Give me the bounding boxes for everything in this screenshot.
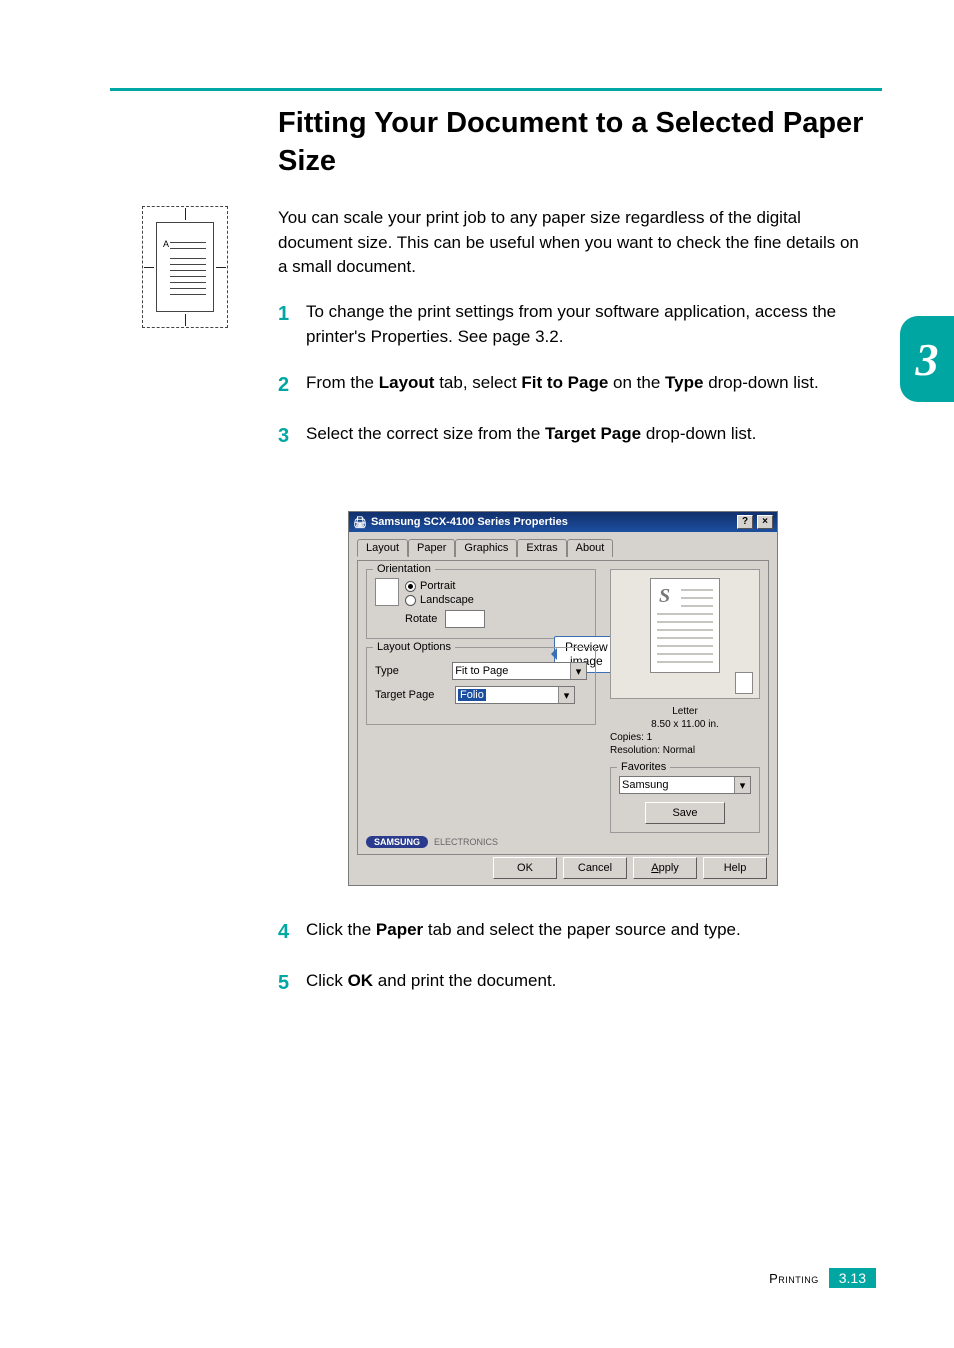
rotate-input[interactable] (445, 610, 485, 628)
preview-copies: Copies: 1 (610, 731, 760, 744)
t: tab, select (434, 373, 521, 392)
preview-size-dim: 8.50 x 11.00 in. (610, 718, 760, 731)
step-number: 2 (278, 371, 306, 400)
step-1: 1 To change the print settings from your… (278, 300, 868, 349)
preview-page-icon: S (650, 578, 720, 673)
page-heading: Fitting Your Document to a Selected Pape… (278, 105, 868, 180)
type-label: Type (375, 665, 444, 677)
t: drop-down list. (641, 424, 756, 443)
b: Type (665, 373, 703, 392)
steps-upper: 1 To change the print settings from your… (278, 300, 868, 473)
orientation-legend: Orientation (373, 563, 435, 575)
tab-strip: Layout Paper Graphics Extras About (357, 538, 769, 556)
footer-section-label: Printing (769, 1271, 819, 1286)
diagram-letter: A (163, 239, 169, 249)
preview-s-letter: S (659, 585, 670, 608)
step-body: Select the correct size from the Target … (306, 422, 868, 451)
tab-about[interactable]: About (567, 539, 614, 557)
samsung-logo: SAMSUNG (366, 836, 428, 848)
apply-accel: A (651, 862, 658, 874)
t: Click the (306, 920, 376, 939)
chevron-down-icon: ▾ (558, 687, 574, 703)
chevron-down-icon: ▾ (570, 663, 586, 679)
preview-resolution: Resolution: Normal (610, 744, 760, 757)
close-button[interactable]: × (757, 515, 773, 529)
help-button[interactable]: Help (703, 857, 767, 879)
target-page-dropdown[interactable]: Folio ▾ (455, 686, 575, 704)
radio-landscape-label: Landscape (420, 594, 474, 606)
t: Click (306, 971, 348, 990)
type-value: Fit to Page (455, 665, 508, 677)
orientation-thumb-icon (375, 578, 399, 606)
target-page-label: Target Page (375, 689, 447, 701)
b: Fit to Page (521, 373, 608, 392)
save-button[interactable]: Save (645, 802, 725, 824)
preview-info: Letter 8.50 x 11.00 in. Copies: 1 Resolu… (610, 705, 760, 757)
printer-icon: 🖨 (353, 516, 367, 529)
dialog-title-text: Samsung SCX-4100 Series Properties (371, 516, 568, 528)
footer-page-number: 3.13 (829, 1268, 876, 1288)
step-5: 5 Click OK and print the document. (278, 969, 868, 998)
layout-options-legend: Layout Options (373, 641, 455, 653)
chapter-side-tab: 3 (900, 316, 954, 402)
step-2: 2 From the Layout tab, select Fit to Pag… (278, 371, 868, 400)
favorites-dropdown[interactable]: Samsung ▾ (619, 776, 751, 794)
t: on the (608, 373, 665, 392)
tab-layout[interactable]: Layout (357, 539, 408, 557)
t: Select the correct size from the (306, 424, 545, 443)
help-button[interactable]: ? (737, 515, 753, 529)
samsung-sub: ELECTRONICS (434, 837, 498, 847)
vendor-logo: SAMSUNG ELECTRONICS (366, 836, 498, 848)
b: OK (348, 971, 374, 990)
step-body: Click OK and print the document. (306, 969, 868, 998)
step-number: 3 (278, 422, 306, 451)
orientation-group: Orientation Portrait Landscape R (366, 569, 596, 639)
cancel-button[interactable]: Cancel (563, 857, 627, 879)
tab-graphics[interactable]: Graphics (455, 539, 517, 557)
b: Target Page (545, 424, 641, 443)
tab-extras[interactable]: Extras (517, 539, 566, 557)
type-dropdown[interactable]: Fit to Page ▾ (452, 662, 587, 680)
top-rule (110, 88, 882, 91)
radio-portrait[interactable] (405, 581, 416, 592)
printer-properties-dialog: 🖨 Samsung SCX-4100 Series Properties ? ×… (348, 511, 778, 886)
chevron-down-icon: ▾ (734, 777, 750, 793)
rotate-label: Rotate (405, 613, 437, 625)
step-3: 3 Select the correct size from the Targe… (278, 422, 868, 451)
intro-paragraph: You can scale your print job to any pape… (278, 206, 868, 280)
t: drop-down list. (703, 373, 818, 392)
target-page-value: Folio (458, 689, 486, 701)
favorites-value: Samsung (622, 779, 668, 791)
step-body: To change the print settings from your s… (306, 300, 868, 349)
page-footer: Printing 3.13 (769, 1268, 876, 1288)
b: Paper (376, 920, 423, 939)
preview-panel: S Letter 8 (610, 569, 760, 847)
fit-page-diagram: A (142, 206, 228, 328)
step-number: 1 (278, 300, 306, 349)
dialog-button-row: OK Cancel Apply Help (349, 857, 777, 879)
t: tab and select the paper source and type… (423, 920, 741, 939)
tab-paper[interactable]: Paper (408, 539, 455, 557)
step-4: 4 Click the Paper tab and select the pap… (278, 918, 868, 947)
ok-button[interactable]: OK (493, 857, 557, 879)
b: Layout (379, 373, 435, 392)
step-number: 5 (278, 969, 306, 998)
preview-corner-icon (735, 672, 753, 694)
t: From the (306, 373, 379, 392)
preview-box: S (610, 569, 760, 699)
t: and print the document. (373, 971, 556, 990)
radio-portrait-label: Portrait (420, 580, 455, 592)
apply-button[interactable]: Apply (633, 857, 697, 879)
step-body: From the Layout tab, select Fit to Page … (306, 371, 868, 400)
favorites-legend: Favorites (617, 761, 670, 773)
steps-lower: 4 Click the Paper tab and select the pap… (278, 918, 868, 1020)
favorites-group: Favorites Samsung ▾ Save (610, 767, 760, 833)
dialog-titlebar[interactable]: 🖨 Samsung SCX-4100 Series Properties ? × (349, 512, 777, 532)
layout-options-group: Layout Options Type Fit to Page ▾ Target… (366, 647, 596, 725)
step-body: Click the Paper tab and select the paper… (306, 918, 868, 947)
tab-panel-layout: Orientation Portrait Landscape R (357, 560, 769, 855)
preview-size-name: Letter (610, 705, 760, 718)
radio-landscape[interactable] (405, 595, 416, 606)
step-number: 4 (278, 918, 306, 947)
